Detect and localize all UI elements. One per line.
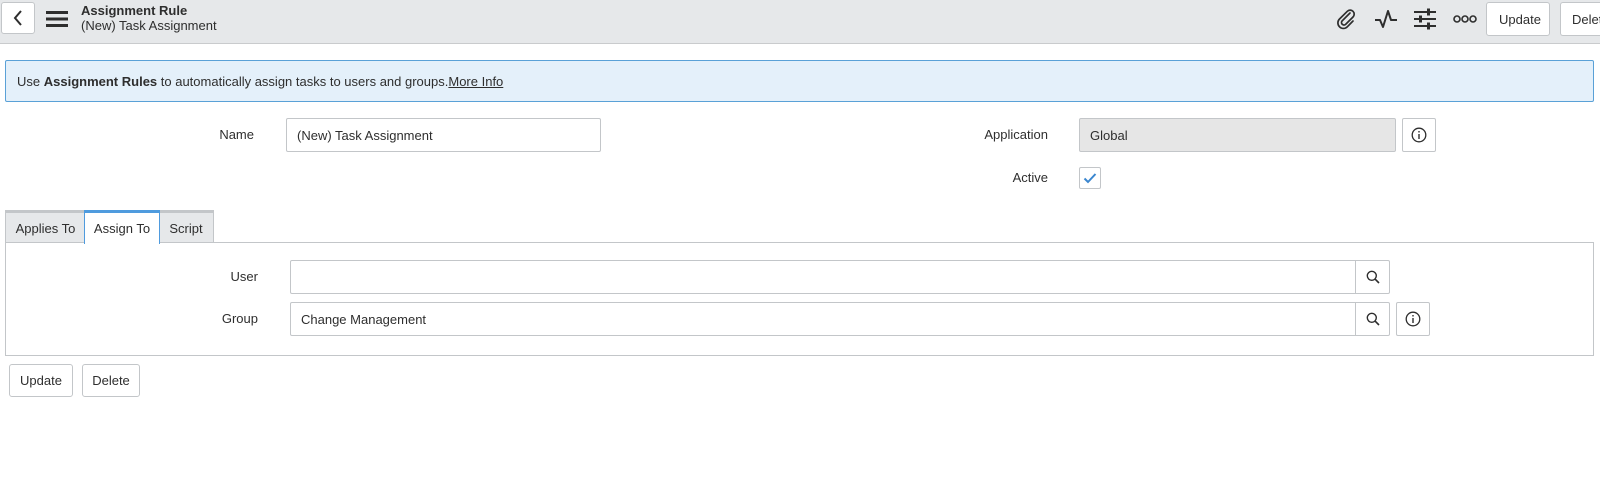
user-lookup: [290, 260, 1390, 294]
active-label: Active: [1012, 170, 1048, 185]
more-options-button[interactable]: [1451, 6, 1479, 32]
banner-prefix: Use: [17, 73, 44, 89]
banner-text: to automatically assign tasks to users a…: [157, 73, 449, 89]
tab-applies-to[interactable]: Applies To: [5, 210, 86, 243]
personalize-form-button[interactable]: [1411, 6, 1439, 32]
header-update-button[interactable]: Update: [1486, 2, 1550, 36]
chevron-left-icon: [13, 10, 22, 26]
banner-bold-text: Assignment Rules: [43, 73, 158, 89]
context-menu-button[interactable]: [44, 7, 70, 31]
application-info-button[interactable]: [1402, 118, 1436, 152]
name-label: Name: [219, 127, 254, 142]
tab-script[interactable]: Script: [158, 210, 214, 243]
user-label: User: [230, 269, 258, 284]
application-label: Application: [984, 127, 1048, 142]
sliders-icon: [1414, 8, 1436, 30]
search-icon: [1366, 312, 1380, 326]
search-icon: [1366, 270, 1380, 284]
user-lookup-button[interactable]: [1355, 261, 1389, 293]
header-titles: Assignment Rule (New) Task Assignment: [81, 3, 217, 33]
page-title: Assignment Rule: [81, 3, 188, 18]
active-checkbox[interactable]: [1079, 167, 1101, 189]
group-lookup-button[interactable]: [1355, 303, 1389, 335]
hamburger-icon: [46, 11, 68, 27]
activity-button[interactable]: [1372, 6, 1400, 32]
delete-button[interactable]: Delete: [82, 364, 140, 397]
tab-assign-to[interactable]: Assign To: [84, 210, 160, 244]
attachments-button[interactable]: [1332, 6, 1360, 32]
more-info-link[interactable]: More Info: [448, 74, 503, 89]
info-icon: [1411, 127, 1427, 143]
check-icon: [1083, 173, 1097, 184]
info-banner: Use Assignment Rules to automatically as…: [5, 60, 1594, 102]
header-delete-button[interactable]: Delet: [1560, 2, 1600, 36]
pulse-icon: [1375, 10, 1397, 28]
group-input[interactable]: Change Management: [291, 303, 1355, 335]
paperclip-icon: [1337, 9, 1356, 30]
group-lookup: Change Management: [290, 302, 1390, 336]
record-name: (New) Task Assignment: [81, 18, 217, 33]
update-button[interactable]: Update: [9, 364, 73, 397]
back-button[interactable]: [1, 2, 35, 34]
group-info-button[interactable]: [1396, 302, 1430, 336]
group-label: Group: [221, 311, 258, 326]
application-field: Global: [1079, 118, 1396, 152]
info-icon: [1405, 311, 1421, 327]
form-header: Assignment Rule (New) Task Assignment Up…: [0, 0, 1600, 44]
more-options-icon: [1453, 15, 1477, 23]
user-input[interactable]: [291, 261, 1355, 293]
name-input[interactable]: (New) Task Assignment: [286, 118, 601, 152]
